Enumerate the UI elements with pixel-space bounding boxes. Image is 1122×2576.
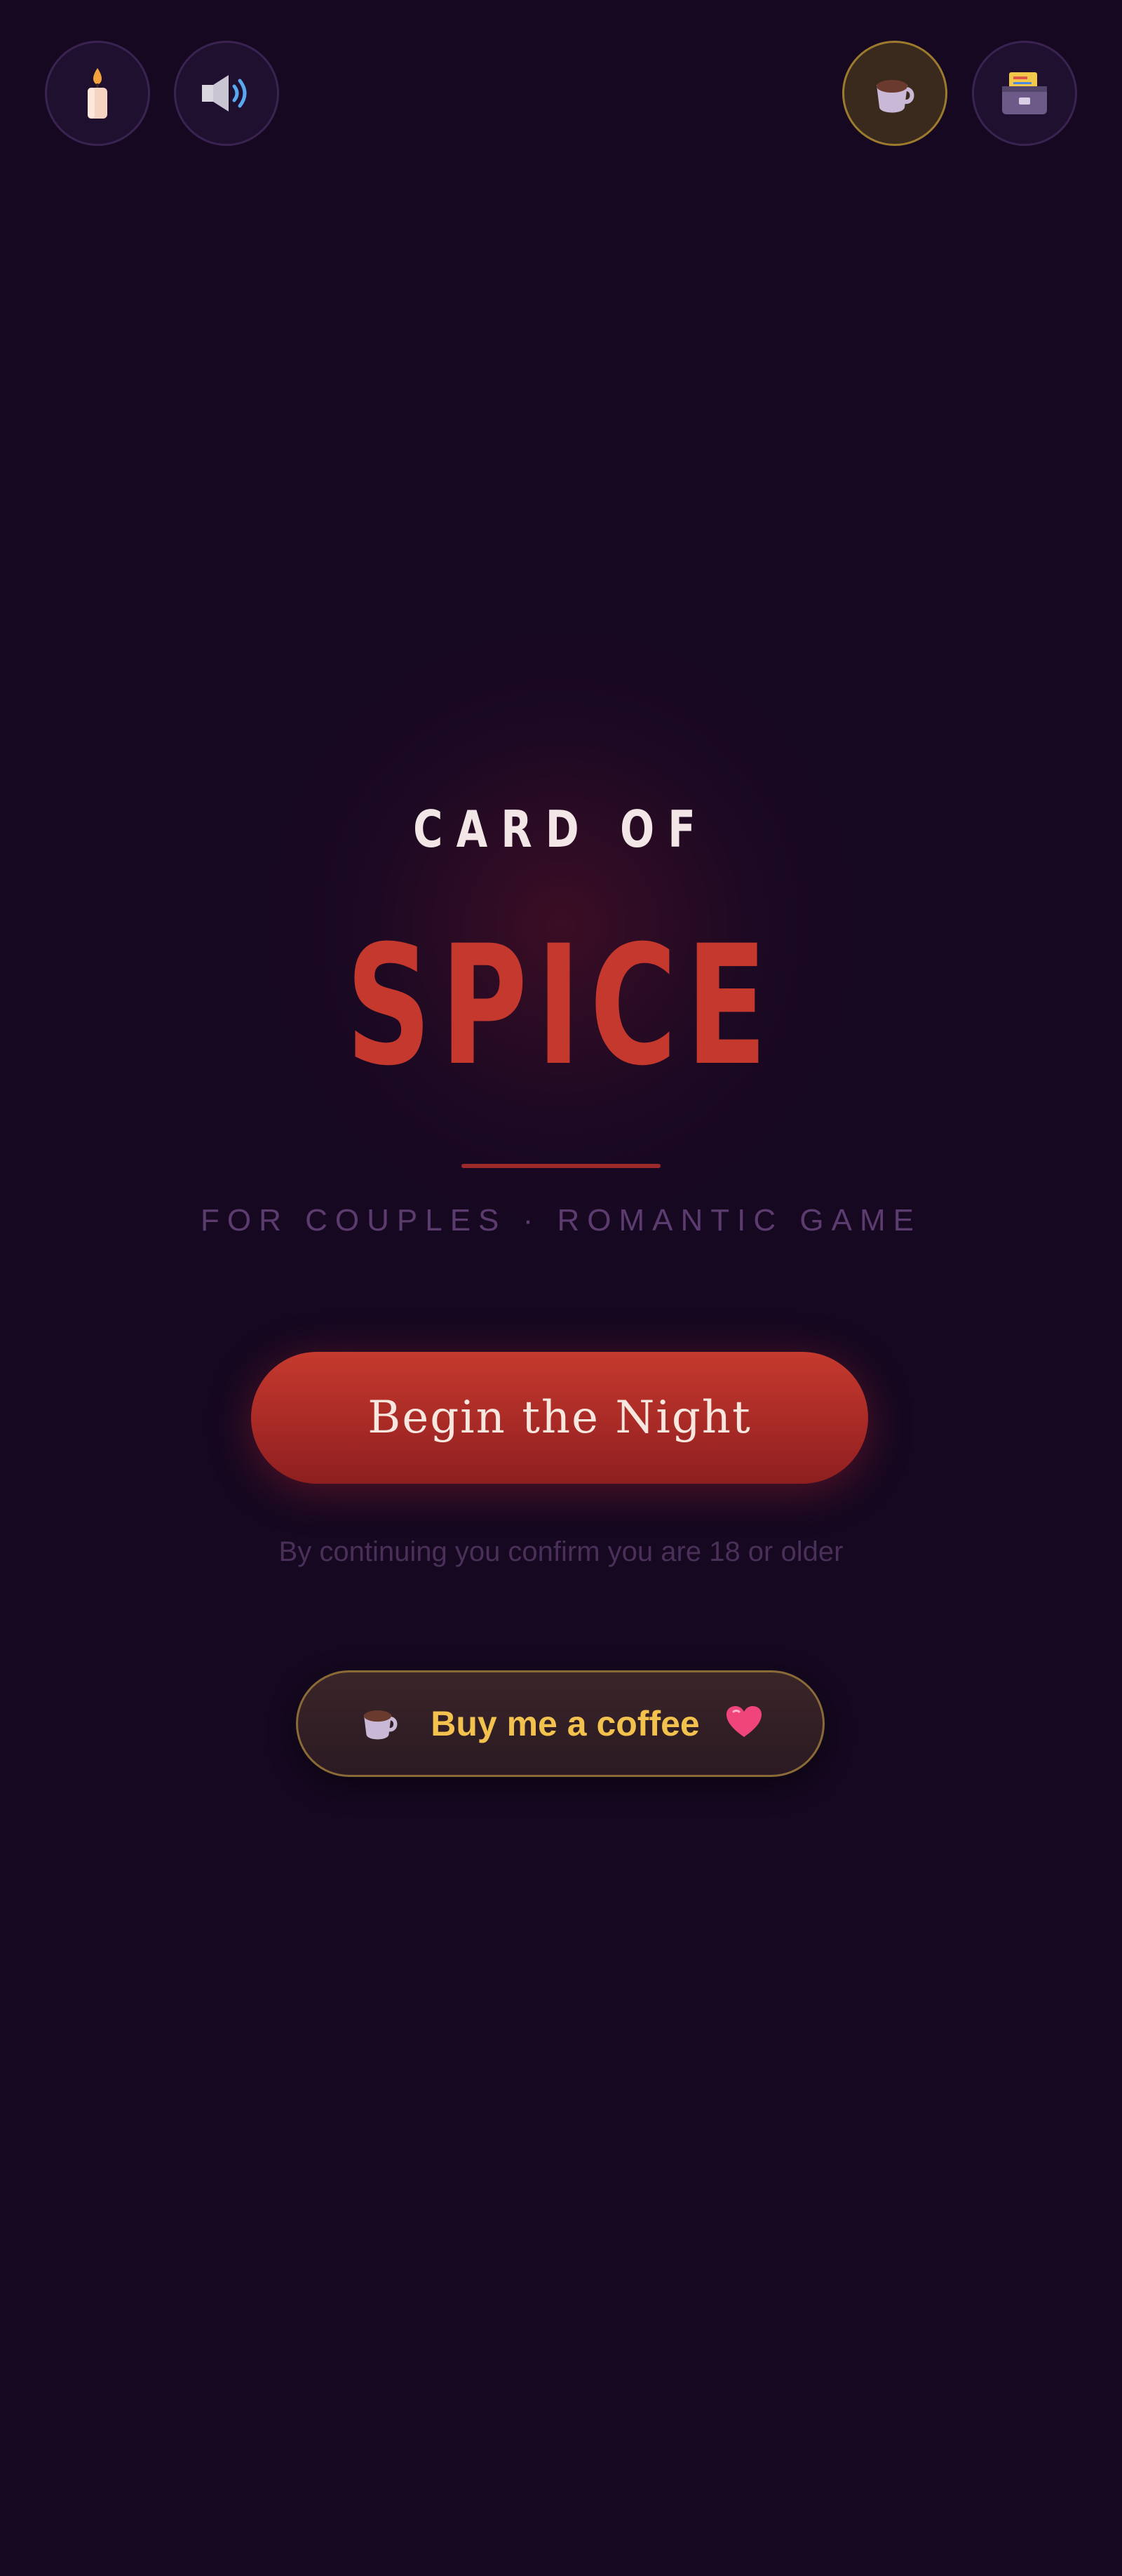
title-top: CARD OF [413, 800, 709, 859]
title-divider [461, 1164, 661, 1168]
candle-button[interactable] [45, 41, 150, 146]
candle-icon [78, 65, 117, 121]
coffee-support-button[interactable] [842, 41, 947, 146]
speaker-icon [199, 71, 254, 116]
buy-coffee-button[interactable]: Buy me a coffee [296, 1670, 825, 1777]
subtitle: FOR COUPLES · ROMANTIC GAME [201, 1203, 921, 1237]
title-main: SPICE [346, 911, 776, 1102]
card-file-box-icon [999, 69, 1050, 117]
begin-button[interactable]: Begin the Night [251, 1352, 868, 1484]
sound-button[interactable] [174, 41, 279, 146]
heart-icon [725, 1705, 763, 1743]
coffee-cup-icon [358, 1700, 403, 1747]
card-box-button[interactable] [972, 41, 1077, 146]
age-confirmation-note: By continuing you confirm you are 18 or … [278, 1536, 844, 1567]
coffee-cup-icon [870, 68, 920, 119]
buy-coffee-label: Buy me a coffee [431, 1704, 700, 1743]
